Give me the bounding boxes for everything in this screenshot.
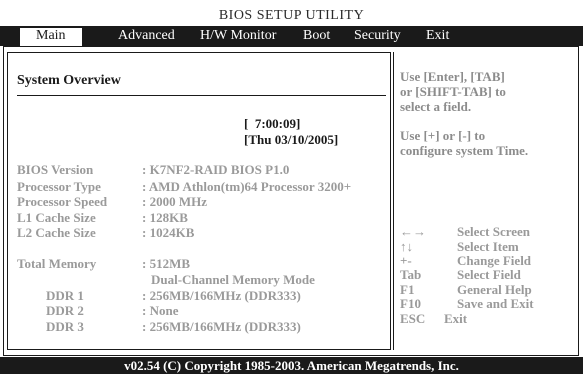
processor-speed-label: Processor Speed (17, 194, 108, 209)
processor-type-value: : AMD Athlon(tm)64 Processor 3200+ (142, 179, 352, 194)
l1-cache-value: : 128KB (142, 210, 188, 225)
save-exit-key: F10 (400, 296, 421, 311)
tab-security[interactable]: Security (354, 28, 401, 46)
window-title: BIOS SETUP UTILITY (218, 8, 365, 23)
ddr2-label: DDR 2 (46, 303, 84, 318)
section-divider (17, 95, 386, 96)
select-field-desc: Select Field (457, 267, 521, 282)
select-screen-desc: Select Screen (457, 224, 531, 239)
help-line-1: Use [Enter], [TAB] (400, 69, 505, 84)
total-memory-value: : 512MB (142, 256, 191, 271)
tab-advanced[interactable]: Advanced (118, 28, 175, 46)
ddr1-label: DDR 1 (46, 288, 84, 303)
tab-exit[interactable]: Exit (426, 28, 449, 46)
l2-cache-value: : 1024KB (142, 225, 195, 240)
total-memory-label: Total Memory (17, 256, 97, 271)
l2-cache-label: L2 Cache Size (17, 225, 96, 240)
help-line-2: or [SHIFT-TAB] to (400, 84, 506, 99)
exit-key: ESC (400, 311, 426, 326)
ddr2-value: : None (142, 303, 179, 318)
ddr3-value: : 256MB/166MHz (DDR333) (142, 319, 301, 334)
ddr1-value: : 256MB/166MHz (DDR333) (142, 288, 301, 303)
bios-screen: BIOS SETUP UTILITY Main Advanced H/W Mon… (0, 0, 583, 374)
select-field-key: Tab (400, 267, 422, 282)
system-time-field[interactable]: [17:00:09] (244, 116, 300, 132)
processor-type-label: Processor Type (17, 179, 101, 194)
tab-main[interactable]: Main (20, 28, 82, 46)
l1-cache-label: L1 Cache Size (17, 210, 96, 225)
bios-version-label: BIOS Version (17, 162, 94, 177)
help-line-3: select a field. (400, 99, 472, 114)
help-line-4: Use [+] or [-] to (400, 128, 486, 143)
ddr3-label: DDR 3 (46, 319, 84, 334)
copyright-footer: v02.54 (C) Copyright 1985-2003. American… (0, 357, 583, 374)
system-date-field[interactable]: [Thu 03/10/2005] (244, 132, 338, 148)
exit-desc: Exit (444, 311, 468, 326)
tab-hw-monitor[interactable]: H/W Monitor (200, 28, 276, 46)
tab-boot[interactable]: Boot (303, 28, 330, 46)
save-exit-desc: Save and Exit (457, 296, 534, 311)
menu-bar: Main Advanced H/W Monitor Boot Security … (0, 26, 583, 46)
section-title: System Overview (17, 73, 121, 88)
bios-version-value: : K7NF2-RAID BIOS P1.0 (142, 162, 290, 177)
processor-speed-value: : 2000 MHz (142, 194, 207, 209)
help-line-5: configure system Time. (400, 143, 529, 158)
system-date-label[interactable]: System Date (17, 132, 86, 148)
system-time-label[interactable]: System Time (17, 116, 88, 132)
system-time-value: 7:00:09] (254, 116, 301, 131)
select-screen-key: ←→ (400, 224, 426, 239)
memory-mode: Dual-Channel Memory Mode (151, 272, 315, 287)
